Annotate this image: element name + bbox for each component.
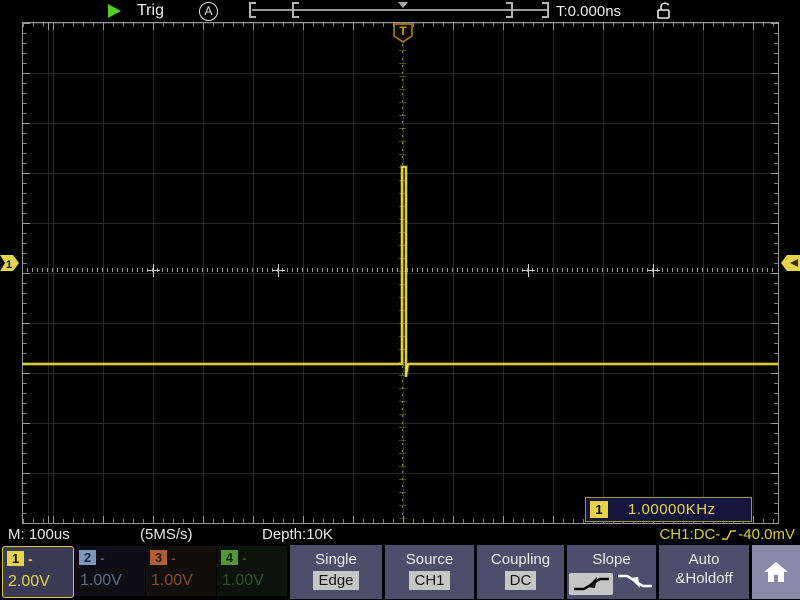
ch1-waveform-glow xyxy=(22,167,778,377)
ch1-position-marker-label: 1 xyxy=(6,259,12,271)
home-button[interactable] xyxy=(752,545,800,599)
channel-4-scale: 1.00V xyxy=(222,572,287,590)
channel-3-scale: 1.00V xyxy=(151,572,216,590)
auto-holdoff-button[interactable]: Auto &Holdoff xyxy=(659,545,749,599)
single-mode-button[interactable]: Single Edge xyxy=(290,545,382,599)
channel-2-badge: 2 xyxy=(79,550,96,565)
bottom-menu-bar: 1 - 2.00V 2 - 1.00V 3 - 1.00V 4 - 1.00V xyxy=(0,544,800,600)
channel-4-cell[interactable]: 4 - 1.00V xyxy=(217,546,287,596)
coupling-value: DC xyxy=(505,571,537,590)
coupling-button[interactable]: Coupling DC xyxy=(477,545,564,599)
frequency-counter: 1 1.00000KHz xyxy=(585,497,752,522)
falling-slope-icon xyxy=(616,571,654,591)
channel-2-coupling-mark: - xyxy=(100,552,105,564)
channel-1-scale: 2.00V xyxy=(8,573,73,591)
channel-1-coupling-mark: - xyxy=(28,553,33,565)
source-label: Source xyxy=(385,551,474,568)
channel-3-badge: 3 xyxy=(150,550,167,565)
ch1-position-marker[interactable]: 1 xyxy=(0,255,19,271)
trigger-position-marker-label: T xyxy=(399,24,407,38)
timebase-readout: M: 100us xyxy=(8,526,70,543)
auto-holdoff-line1: Auto xyxy=(659,551,749,568)
source-button[interactable]: Source CH1 xyxy=(385,545,474,599)
oscilloscope-screen: Trig A T:0.000ns 1 xyxy=(0,0,800,600)
single-mode-value: Edge xyxy=(313,571,358,590)
rising-slope-option[interactable] xyxy=(569,573,613,595)
source-value: CH1 xyxy=(409,571,449,590)
freq-value: 1.00000KHz xyxy=(628,501,716,518)
channel-1-cell[interactable]: 1 - 2.00V xyxy=(2,546,74,598)
slope-button[interactable]: Slope xyxy=(567,545,656,599)
coupling-label: Coupling xyxy=(477,551,564,568)
auto-holdoff-line2: &Holdoff xyxy=(659,570,749,587)
channel-4-badge: 4 xyxy=(221,550,238,565)
home-icon xyxy=(763,560,789,584)
channel-1-badge: 1 xyxy=(7,551,24,566)
trigger-level-marker[interactable] xyxy=(781,255,800,271)
channel-3-cell[interactable]: 3 - 1.00V xyxy=(146,546,216,596)
freq-channel-badge: 1 xyxy=(590,501,608,518)
channel-3-coupling-mark: - xyxy=(171,552,176,564)
channel-4-coupling-mark: - xyxy=(242,552,247,564)
trigger-settings-readout: CH1:DC- -40.0mV xyxy=(659,526,795,543)
channel-2-cell[interactable]: 2 - 1.00V xyxy=(75,546,145,596)
channel-2-scale: 1.00V xyxy=(80,572,145,590)
rising-edge-icon xyxy=(721,528,737,542)
memory-depth-readout: Depth:10K xyxy=(262,526,333,543)
trigger-level-readout: -40.0mV xyxy=(738,526,795,543)
trigger-source-coupling: CH1:DC- xyxy=(659,526,720,543)
rising-slope-icon xyxy=(571,574,611,594)
single-mode-label: Single xyxy=(290,551,382,568)
slope-label: Slope xyxy=(567,551,656,568)
sample-rate-readout: (5MS/s) xyxy=(140,526,193,543)
trigger-position-marker[interactable]: T xyxy=(394,24,412,42)
falling-slope-option[interactable] xyxy=(616,571,654,596)
